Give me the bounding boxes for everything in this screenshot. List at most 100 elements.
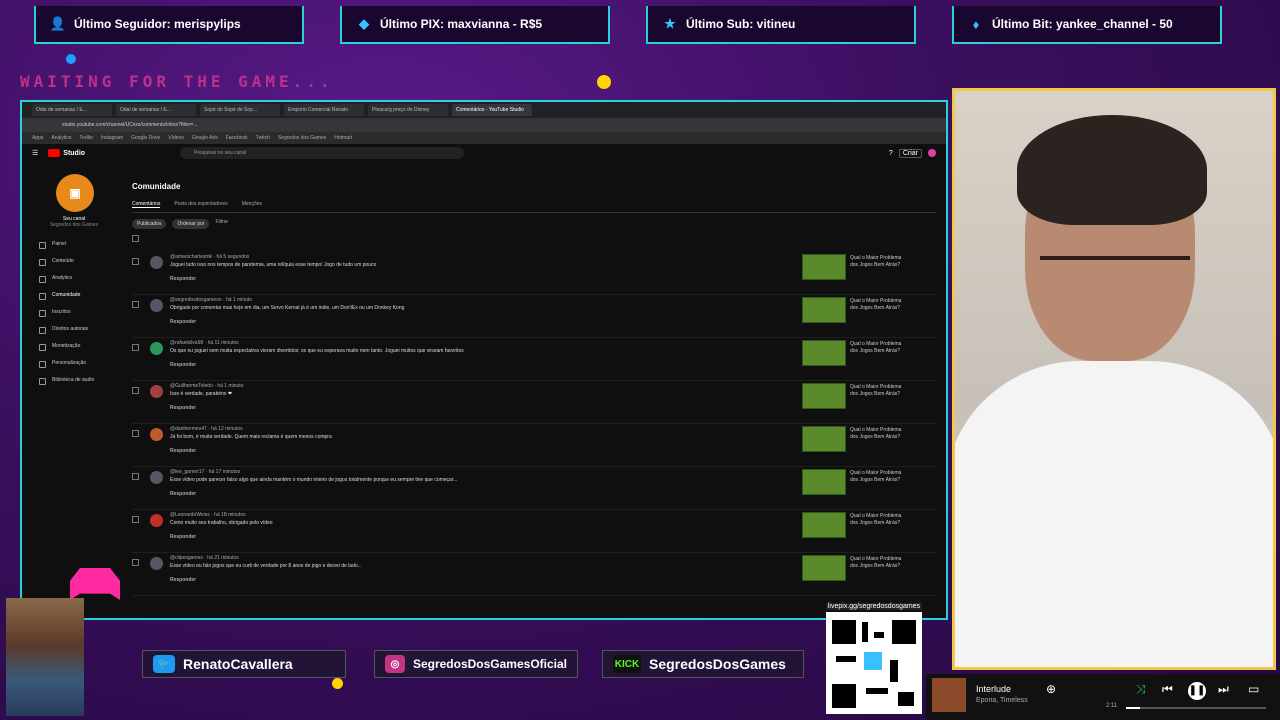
commenter-avatar[interactable] — [150, 471, 163, 484]
video-thumbnail[interactable] — [802, 297, 846, 323]
comment-checkbox[interactable] — [132, 559, 139, 566]
miniplayer-icon[interactable]: ▭ — [1248, 682, 1259, 696]
video-title[interactable]: Qual o Maior Problema dos Jogos Bem Atrá… — [850, 513, 908, 527]
bookmark[interactable]: Apps — [32, 135, 43, 141]
reply-button[interactable]: Responder — [170, 362, 196, 368]
studio-logo[interactable]: Studio — [48, 149, 85, 157]
bookmark[interactable]: Vídeos — [168, 135, 184, 141]
video-thumbnail[interactable] — [802, 426, 846, 452]
video-title[interactable]: Qual o Maior Problema dos Jogos Bem Atrá… — [850, 556, 908, 570]
video-title[interactable]: Qual o Maior Problema dos Jogos Bem Atrá… — [850, 427, 908, 441]
sidebar-item-personalizacao[interactable]: Personalização — [30, 355, 118, 372]
video-title[interactable]: Qual o Maior Problema dos Jogos Bem Atrá… — [850, 341, 908, 355]
commenter-avatar[interactable] — [150, 299, 163, 312]
previous-icon[interactable]: ⏮ — [1162, 682, 1173, 697]
video-thumbnail[interactable] — [802, 383, 846, 409]
bookmark[interactable]: Hotmart — [334, 135, 352, 141]
sidebar-item-analytics[interactable]: Analytics — [30, 270, 118, 287]
select-all-checkbox[interactable] — [132, 235, 139, 242]
page-title: Comunidade — [132, 182, 181, 191]
comment-author[interactable]: @clipesgames · há 21 minutos — [170, 555, 239, 561]
next-icon[interactable]: ⏭ — [1218, 682, 1229, 697]
sidebar-item-biblioteca[interactable]: Biblioteca de áudio — [30, 372, 118, 389]
screen-capture: Odai de semanas / E... Odai de semanas /… — [20, 100, 948, 620]
add-icon[interactable]: ⊕ — [1046, 682, 1056, 696]
reply-button[interactable]: Responder — [170, 405, 196, 411]
comment-author[interactable]: @amarocharlesmk · há 5 segundos — [170, 254, 249, 260]
bookmark[interactable]: Analytics — [51, 135, 71, 141]
commenter-avatar[interactable] — [150, 385, 163, 398]
video-title[interactable]: Qual o Maior Problema dos Jogos Bem Atrá… — [850, 384, 908, 398]
browser-tab-active[interactable]: Comentários - YouTube Studio — [452, 104, 532, 116]
browser-tab[interactable]: Sopé do Sopé de Sop... — [200, 104, 280, 116]
browser-tab[interactable]: Odai de semanas / E... — [116, 104, 196, 116]
create-button[interactable]: Criar — [898, 148, 922, 158]
video-thumbnail[interactable] — [802, 340, 846, 366]
commenter-avatar[interactable] — [150, 557, 163, 570]
video-title[interactable]: Qual o Maior Problema dos Jogos Bem Atrá… — [850, 255, 908, 269]
reply-button[interactable]: Responder — [170, 491, 196, 497]
bookmark[interactable]: Segredos dos Games — [278, 135, 326, 141]
bookmark[interactable]: Google Ads — [192, 135, 218, 141]
comment-row: @clipesgames · há 21 minutos Esse vídeo … — [132, 553, 936, 596]
commenter-avatar[interactable] — [150, 256, 163, 269]
sidebar-item-comunidade[interactable]: Comunidade — [30, 287, 118, 304]
comment-checkbox[interactable] — [132, 473, 139, 480]
sidebar-item-direitos[interactable]: Direitos autorais — [30, 321, 118, 338]
bookmark[interactable]: Twitch — [256, 135, 270, 141]
browser-tab[interactable]: Pinacurg preço do Disney — [368, 104, 448, 116]
sidebar-item-monetizacao[interactable]: Monetização — [30, 338, 118, 355]
reply-button[interactable]: Responder — [170, 534, 196, 540]
tab-comentarios[interactable]: Comentários — [132, 201, 161, 208]
comment-checkbox[interactable] — [132, 387, 139, 394]
comment-checkbox[interactable] — [132, 430, 139, 437]
bookmark[interactable]: Trellio — [79, 135, 92, 141]
video-thumbnail[interactable] — [802, 469, 846, 495]
filter-chip[interactable]: Publicados — [132, 219, 167, 229]
filter-button[interactable]: Filtrar — [215, 219, 228, 229]
pause-icon[interactable]: ❚❚ — [1188, 682, 1206, 700]
video-thumbnail[interactable] — [802, 254, 846, 280]
video-title[interactable]: Qual o Maior Problema dos Jogos Bem Atrá… — [850, 470, 908, 484]
sort-dropdown[interactable]: Ordenar por — [172, 219, 210, 229]
sidebar-item-inscritos[interactable]: Inscritos — [30, 304, 118, 321]
reply-button[interactable]: Responder — [170, 319, 196, 325]
browser-tab[interactable]: Odai de semanas / E... — [32, 104, 112, 116]
reply-button[interactable]: Responder — [170, 448, 196, 454]
comment-author[interactable]: @rafaelsilva98 · há 11 minutos — [170, 340, 239, 346]
bookmark[interactable]: Instagram — [101, 135, 123, 141]
address-bar[interactable]: studio.youtube.com/channel/UCxxx/comment… — [22, 118, 946, 132]
commenter-avatar[interactable] — [150, 514, 163, 527]
comment-author[interactable]: @lee_gamer17 · há 17 minutos — [170, 469, 240, 475]
sidebar-item-conteudo[interactable]: Conteúdo — [30, 253, 118, 270]
tab-mencoes[interactable]: Menções — [242, 201, 262, 208]
comment-author[interactable]: @segredosdosgamesn · há 1 minuto — [170, 297, 252, 303]
reply-button[interactable]: Responder — [170, 577, 196, 583]
studio-search-input[interactable]: Pesquisar no seu canal — [180, 147, 465, 159]
avatar[interactable] — [928, 149, 936, 157]
comment-checkbox[interactable] — [132, 344, 139, 351]
menu-icon[interactable]: ☰ — [32, 149, 38, 157]
commenter-avatar[interactable] — [150, 342, 163, 355]
comment-author[interactable]: @LeonardoWeiss · há 18 minutos — [170, 512, 246, 518]
comment-checkbox[interactable] — [132, 258, 139, 265]
bookmark[interactable]: Google Drive — [131, 135, 160, 141]
bookmark[interactable]: Facebook — [226, 135, 248, 141]
video-title[interactable]: Qual o Maior Problema dos Jogos Bem Atrá… — [850, 298, 908, 312]
comment-checkbox[interactable] — [132, 301, 139, 308]
video-thumbnail[interactable] — [802, 555, 846, 581]
social-label: SegredosDosGames — [649, 656, 786, 672]
browser-tab[interactable]: Emporio Comercial Renato — [284, 104, 364, 116]
help-icon[interactable]: ? — [889, 150, 893, 157]
sidebar-item-painel[interactable]: Painel — [30, 236, 118, 253]
commenter-avatar[interactable] — [150, 428, 163, 441]
reply-button[interactable]: Responder — [170, 276, 196, 282]
tab-posts[interactable]: Posts dos espectadores — [174, 201, 227, 208]
comment-author[interactable]: @danihermes47 · há 12 minutos — [170, 426, 243, 432]
comment-author[interactable]: @GuilhermeToledo · há 1 minuto — [170, 383, 243, 389]
comment-checkbox[interactable] — [132, 516, 139, 523]
shuffle-icon[interactable]: ⤨ — [1136, 682, 1146, 697]
progress-bar[interactable] — [1126, 707, 1266, 709]
video-thumbnail[interactable] — [802, 512, 846, 538]
channel-avatar[interactable]: ▣ — [56, 174, 94, 212]
